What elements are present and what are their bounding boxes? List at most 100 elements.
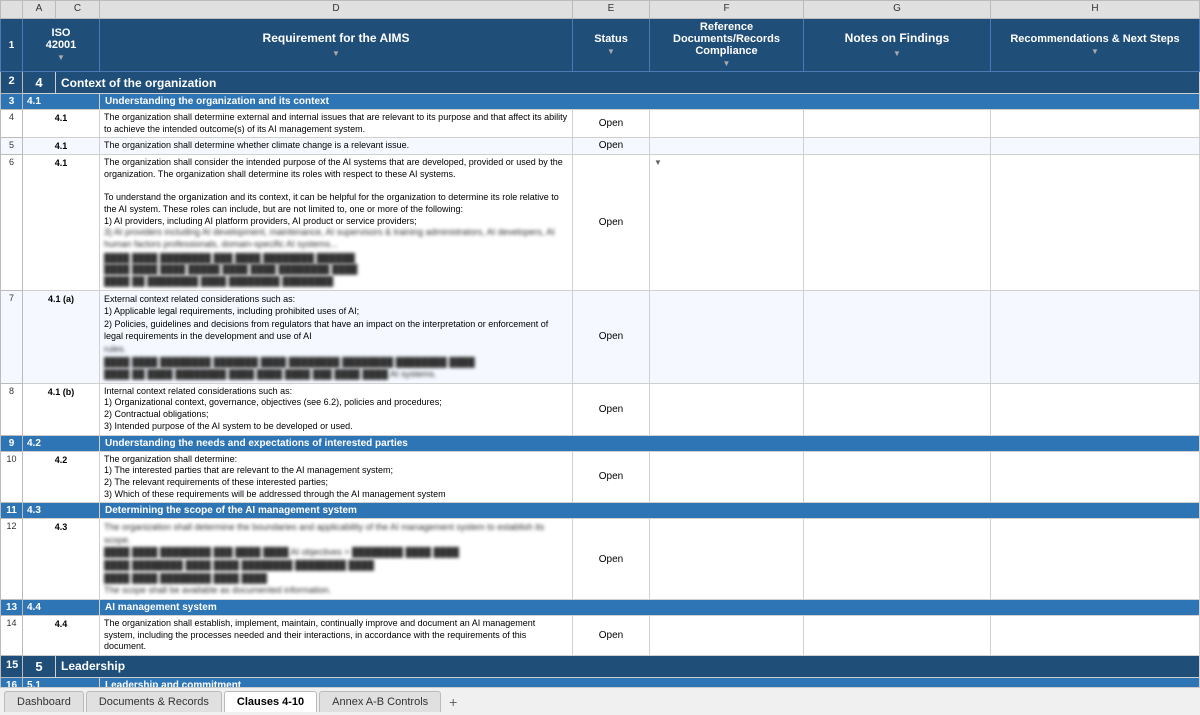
section-row-4: 2 4 Context of the organization (1, 72, 1200, 94)
subsection-4-3-iso: 4.3 (23, 503, 100, 519)
header-iso: ISO42001▼ (23, 19, 100, 72)
section-row-5: 15 5 Leadership (1, 655, 1200, 677)
ref-4-1-c[interactable]: ▼ (650, 155, 804, 291)
row-num-3: 3 (1, 94, 23, 110)
ref-4-2[interactable] (650, 451, 804, 503)
iso-4-1-c: 4.1 (23, 155, 100, 291)
subsection-5-1-iso: 5.1 (23, 677, 100, 687)
subsection-row-4-4: 13 4.4 AI management system (1, 599, 1200, 615)
req-4-2: The organization shall determine: 1) The… (100, 451, 573, 503)
req-4-1b: Internal context related considerations … (100, 383, 573, 435)
ref-4-1-b[interactable] (650, 138, 804, 155)
notes-4-1-b[interactable] (804, 138, 991, 155)
row-num-9: 9 (1, 435, 23, 451)
iso-4-3: 4.3 (23, 519, 100, 600)
tab-add-button[interactable]: + (443, 692, 463, 712)
table-header-row: 1 ISO42001▼ Requirement for the AIMS▼ St… (1, 19, 1200, 72)
subsection-row-4-3: 11 4.3 Determining the scope of the AI m… (1, 503, 1200, 519)
row-num-12: 12 (1, 519, 23, 600)
table-row: 14 4.4 The organization shall establish,… (1, 615, 1200, 655)
col-letters-row: A C D E F G H (1, 1, 1200, 19)
scroll-area[interactable]: A C D E F G H 1 ISO42001▼ Requirement fo… (0, 0, 1200, 687)
table-row: 10 4.2 The organization shall determine:… (1, 451, 1200, 503)
subsection-row-4-1: 3 4.1 Understanding the organization and… (1, 94, 1200, 110)
notes-4-1b[interactable] (804, 383, 991, 435)
ref-4-1a[interactable] (650, 290, 804, 383)
subsection-row-4-2: 9 4.2 Understanding the needs and expect… (1, 435, 1200, 451)
row-num-8: 8 (1, 383, 23, 435)
rec-4-4[interactable] (991, 615, 1200, 655)
rec-4-3[interactable] (991, 519, 1200, 600)
table-row: 12 4.3 The organization shall determine … (1, 519, 1200, 600)
header-recommendations[interactable]: Recommendations & Next Steps▼ (991, 19, 1200, 72)
req-4-1-a: The organization shall determine externa… (100, 110, 573, 138)
main-table: A C D E F G H 1 ISO42001▼ Requirement fo… (0, 0, 1200, 687)
rec-4-1b[interactable] (991, 383, 1200, 435)
row-num-2: 2 (1, 72, 23, 94)
status-4-3: Open (573, 519, 650, 600)
subsection-4-3-label: Determining the scope of the AI manageme… (100, 503, 1200, 519)
table-row: 4 4.1 The organization shall determine e… (1, 110, 1200, 138)
status-4-1b: Open (573, 383, 650, 435)
table-row: 6 4.1 The organization shall consider th… (1, 155, 1200, 291)
rec-4-1-c[interactable] (991, 155, 1200, 291)
header-requirement[interactable]: Requirement for the AIMS▼ (100, 19, 573, 72)
row-num-11: 11 (1, 503, 23, 519)
rec-4-2[interactable] (991, 451, 1200, 503)
subsection-4-1-label: Understanding the organization and its c… (100, 94, 1200, 110)
subsection-row-5-1: 16 5.1 Leadership and commitment (1, 677, 1200, 687)
ref-4-3[interactable] (650, 519, 804, 600)
row-1-num: 1 (1, 19, 23, 72)
spreadsheet-container: A C D E F G H 1 ISO42001▼ Requirement fo… (0, 0, 1200, 715)
tab-annex[interactable]: Annex A-B Controls (319, 691, 441, 712)
section-4-label: Context of the organization (56, 72, 1200, 94)
iso-4-1a: 4.1 (a) (23, 290, 100, 383)
header-notes[interactable]: Notes on Findings▼ (804, 19, 991, 72)
ref-4-1b[interactable] (650, 383, 804, 435)
rec-4-1-a[interactable] (991, 110, 1200, 138)
status-4-4: Open (573, 615, 650, 655)
col-h-header: H (991, 1, 1200, 19)
col-f-header: F (650, 1, 804, 19)
row-num-13: 13 (1, 599, 23, 615)
col-a-header: A (23, 1, 56, 19)
ref-4-1-a[interactable] (650, 110, 804, 138)
status-4-1-a: Open (573, 110, 650, 138)
subsection-4-2-iso: 4.2 (23, 435, 100, 451)
section-4-num: 4 (23, 72, 56, 94)
section-5-label: Leadership (56, 655, 1200, 677)
req-4-1a: External context related considerations … (100, 290, 573, 383)
notes-4-3[interactable] (804, 519, 991, 600)
notes-4-1-c[interactable] (804, 155, 991, 291)
subsection-4-4-iso: 4.4 (23, 599, 100, 615)
iso-4-1-a: 4.1 (23, 110, 100, 138)
notes-4-1a[interactable] (804, 290, 991, 383)
row-num-4: 4 (1, 110, 23, 138)
status-4-1a: Open (573, 290, 650, 383)
tab-dashboard[interactable]: Dashboard (4, 691, 84, 712)
req-4-4: The organization shall establish, implem… (100, 615, 573, 655)
header-reference[interactable]: Reference Documents/Records Compliance▼ (650, 19, 804, 72)
iso-4-2: 4.2 (23, 451, 100, 503)
rec-4-1-b[interactable] (991, 138, 1200, 155)
subsection-4-2-label: Understanding the needs and expectations… (100, 435, 1200, 451)
notes-4-4[interactable] (804, 615, 991, 655)
row-num-16: 16 (1, 677, 23, 687)
ref-4-4[interactable] (650, 615, 804, 655)
notes-4-2[interactable] (804, 451, 991, 503)
table-row: 7 4.1 (a) External context related consi… (1, 290, 1200, 383)
notes-4-1-a[interactable] (804, 110, 991, 138)
header-status[interactable]: Status▼ (573, 19, 650, 72)
section-5-num: 5 (23, 655, 56, 677)
col-g-header: G (804, 1, 991, 19)
col-e-header: E (573, 1, 650, 19)
corner-cell (1, 1, 23, 19)
row-num-7: 7 (1, 290, 23, 383)
tab-clauses[interactable]: Clauses 4-10 (224, 691, 317, 712)
col-d-header: D (100, 1, 573, 19)
col-c-header: C (56, 1, 100, 19)
row-num-6: 6 (1, 155, 23, 291)
table-row: 5 4.1 The organization shall determine w… (1, 138, 1200, 155)
tab-documents[interactable]: Documents & Records (86, 691, 222, 712)
rec-4-1a[interactable] (991, 290, 1200, 383)
